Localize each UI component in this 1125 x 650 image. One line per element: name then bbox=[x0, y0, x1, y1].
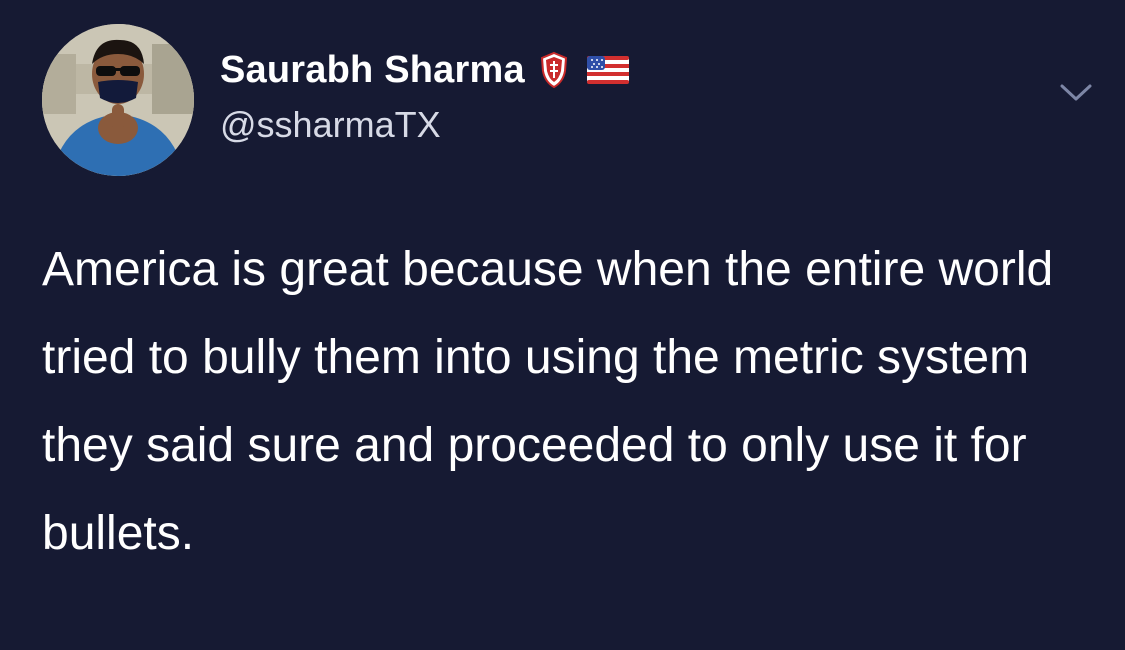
tweet-text: America is great because when the entire… bbox=[42, 243, 1054, 560]
tweet-card: Saurabh Sharma @ssharmaTX America is gre… bbox=[0, 0, 1125, 650]
avatar-image bbox=[42, 24, 194, 176]
avatar[interactable] bbox=[42, 24, 194, 176]
shield-badge-icon bbox=[539, 51, 569, 89]
chevron-down-icon[interactable] bbox=[1058, 80, 1094, 104]
author-display-name[interactable]: Saurabh Sharma bbox=[220, 49, 525, 92]
author-handle[interactable]: @ssharmaTX bbox=[220, 104, 441, 146]
author-name-row: Saurabh Sharma bbox=[220, 48, 629, 92]
us-flag-icon bbox=[586, 56, 629, 84]
